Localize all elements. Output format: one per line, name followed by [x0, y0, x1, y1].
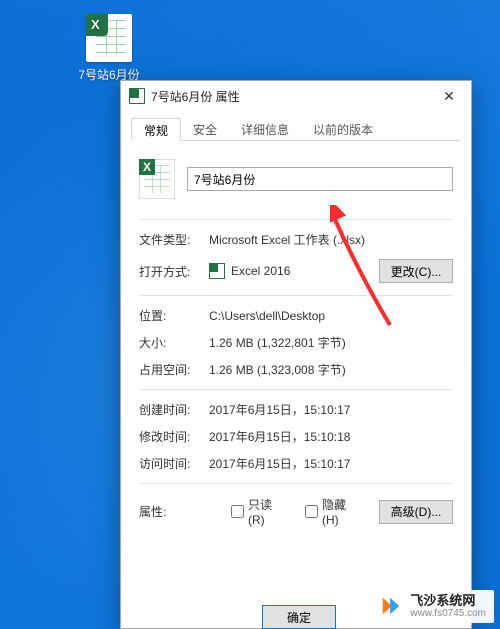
desktop: X 7号站6月份 7号站6月份 属性 ✕ 常规 安全 详细信息 以前的版本 X: [0, 0, 500, 629]
label-attributes: 属性:: [139, 503, 209, 520]
excel-icon: [129, 88, 145, 104]
titlebar[interactable]: 7号站6月份 属性 ✕: [121, 81, 471, 111]
hidden-label: 隐藏(H): [322, 496, 357, 527]
value-location: C:\Users\dell\Desktop: [209, 309, 453, 323]
label-file-type: 文件类型:: [139, 231, 209, 248]
tab-strip: 常规 安全 详细信息 以前的版本: [131, 117, 461, 141]
value-accessed: 2017年6月15日，15:10:17: [209, 455, 453, 472]
tab-previous-versions[interactable]: 以前的版本: [301, 118, 385, 141]
excel-app-icon: [209, 263, 225, 279]
ok-button[interactable]: 确定: [262, 605, 336, 629]
excel-file-icon: X: [86, 14, 132, 62]
separator: [139, 483, 453, 484]
label-created: 创建时间:: [139, 401, 209, 418]
desktop-file-icon[interactable]: X 7号站6月份: [76, 14, 142, 83]
label-size-on-disk: 占用空间:: [139, 361, 209, 378]
readonly-label: 只读(R): [248, 496, 283, 527]
dialog-title: 7号站6月份 属性: [151, 88, 240, 105]
tab-details[interactable]: 详细信息: [229, 118, 301, 141]
value-size-on-disk: 1.26 MB (1,323,008 字节): [209, 361, 453, 378]
readonly-check-input[interactable]: [231, 505, 244, 518]
tab-general[interactable]: 常规: [131, 118, 181, 141]
label-accessed: 访问时间:: [139, 455, 209, 472]
readonly-checkbox[interactable]: 只读(R): [231, 496, 283, 527]
hidden-check-input[interactable]: [305, 505, 318, 518]
properties-dialog: 7号站6月份 属性 ✕ 常规 安全 详细信息 以前的版本 X 文件类型:: [120, 80, 472, 629]
value-created: 2017年6月15日，15:10:17: [209, 401, 453, 418]
separator: [139, 389, 453, 390]
separator: [139, 219, 453, 220]
tab-security[interactable]: 安全: [181, 118, 229, 141]
watermark: 飞沙系统网 www.fs0745.com: [372, 590, 494, 623]
file-type-icon: X: [139, 159, 175, 199]
separator: [139, 295, 453, 296]
value-modified: 2017年6月15日，15:10:18: [209, 428, 453, 445]
label-location: 位置:: [139, 307, 209, 324]
watermark-logo-icon: [380, 595, 402, 617]
label-open-with: 打开方式:: [139, 263, 209, 280]
value-file-type: Microsoft Excel 工作表 (.xlsx): [209, 231, 453, 248]
advanced-button[interactable]: 高级(D)...: [379, 500, 453, 524]
change-button[interactable]: 更改(C)...: [379, 259, 453, 283]
label-size: 大小:: [139, 334, 209, 351]
close-button[interactable]: ✕: [427, 81, 471, 111]
watermark-name: 飞沙系统网: [410, 594, 486, 608]
hidden-checkbox[interactable]: 隐藏(H): [305, 496, 357, 527]
filename-input[interactable]: [187, 167, 453, 191]
watermark-url: www.fs0745.com: [410, 608, 486, 619]
value-open-with: Excel 2016: [231, 264, 290, 278]
value-size: 1.26 MB (1,322,801 字节): [209, 334, 453, 351]
label-modified: 修改时间:: [139, 428, 209, 445]
